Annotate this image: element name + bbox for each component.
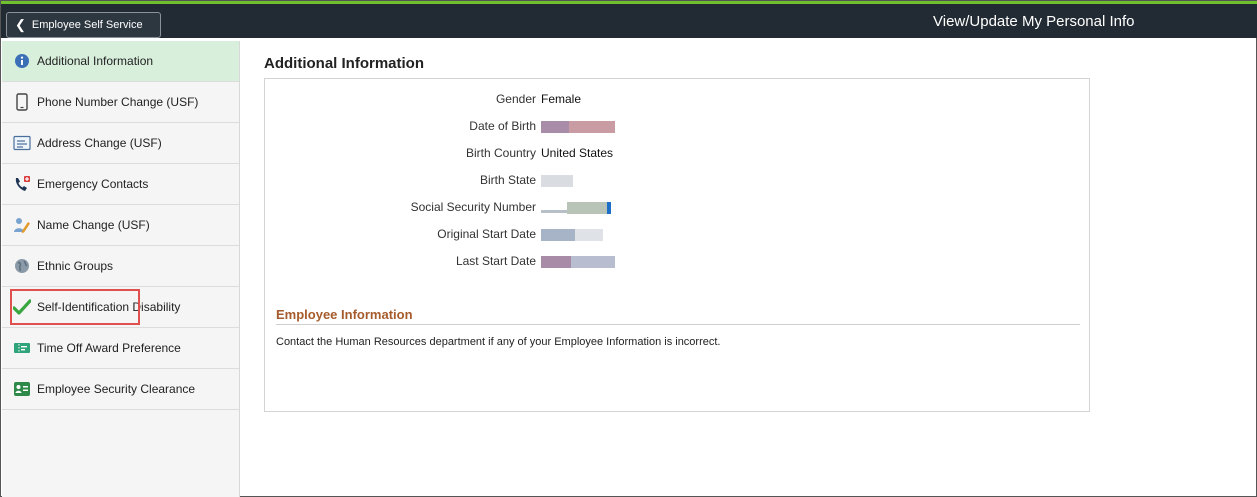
ticket-icon: [13, 339, 31, 357]
redacted-value: [607, 202, 611, 214]
redacted-value: [569, 121, 615, 133]
redacted-value: [567, 202, 607, 214]
sidebar-item-label: Ethnic Groups: [37, 259, 114, 273]
sidebar-item-label: Additional Information: [37, 54, 154, 68]
back-button-label: Employee Self Service: [31, 19, 143, 31]
phone-icon: [13, 93, 31, 111]
field-value: Female: [541, 92, 582, 106]
app-window: ❮ Employee Self Service View/Update My P…: [0, 0, 1257, 497]
divider: [276, 324, 1080, 325]
sidebar-item-emergency-contacts[interactable]: Emergency Contacts: [2, 164, 239, 205]
sidebar-item-label: Emergency Contacts: [37, 177, 149, 191]
sidebar-item-time-off-award-preference[interactable]: Time Off Award Preference: [2, 328, 239, 369]
top-bar: ❮ Employee Self Service View/Update My P…: [1, 4, 1257, 38]
page-title: View/Update My Personal Info: [933, 13, 1135, 30]
field-row-social-security-number: Social Security Number: [265, 200, 1091, 218]
chevron-left-icon: ❮: [15, 17, 26, 32]
globe-icon: [13, 257, 31, 275]
sidebar-item-additional-information[interactable]: Additional Information: [2, 41, 239, 82]
field-row-date-of-birth: Date of Birth: [265, 119, 1091, 137]
sidebar-item-name-change[interactable]: Name Change (USF): [2, 205, 239, 246]
redacted-value: [541, 210, 567, 213]
field-label: Date of Birth: [469, 119, 536, 133]
sidebar-item-label: Name Change (USF): [37, 218, 150, 232]
redacted-value: [541, 229, 575, 241]
sidebar-item-label: Phone Number Change (USF): [37, 95, 199, 109]
sidebar: Additional Information Phone Number Chan…: [2, 41, 240, 497]
id-badge-icon: [13, 380, 31, 398]
info-icon: [13, 52, 31, 70]
field-row-last-start-date: Last Start Date: [265, 254, 1091, 272]
field-label: Last Start Date: [455, 254, 536, 268]
employee-info-text: Contact the Human Resources department i…: [276, 336, 721, 348]
redacted-value: [541, 121, 569, 133]
main-content: Additional Information Gender Female Dat…: [241, 41, 1257, 497]
sidebar-item-employee-security-clearance[interactable]: Employee Security Clearance: [2, 369, 239, 410]
field-label: Birth Country: [465, 146, 536, 160]
sidebar-item-label: Time Off Award Preference: [37, 341, 181, 355]
field-label: Original Start Date: [437, 227, 536, 241]
employee-info-title: Employee Information: [276, 307, 413, 322]
sidebar-item-ethnic-groups[interactable]: Ethnic Groups: [2, 246, 239, 287]
emergency-phone-icon: [13, 175, 31, 193]
back-button[interactable]: ❮ Employee Self Service: [6, 12, 161, 38]
redacted-value: [541, 256, 571, 268]
highlight-annotation: [10, 289, 140, 325]
field-row-gender: Gender Female: [265, 92, 1091, 110]
field-value: United States: [541, 146, 614, 160]
sidebar-item-label: Employee Security Clearance: [37, 382, 196, 396]
field-row-original-start-date: Original Start Date: [265, 227, 1091, 245]
person-pencil-icon: [13, 216, 31, 234]
field-row-birth-state: Birth State: [265, 173, 1091, 191]
field-label: Social Security Number: [410, 200, 536, 214]
sidebar-item-address-change[interactable]: Address Change (USF): [2, 123, 239, 164]
field-label: Gender: [495, 92, 536, 106]
redacted-value: [575, 229, 603, 241]
sidebar-item-phone-number-change[interactable]: Phone Number Change (USF): [2, 82, 239, 123]
section-title: Additional Information: [264, 55, 424, 72]
field-label: Birth State: [479, 173, 536, 187]
address-card-icon: [13, 134, 31, 152]
field-row-birth-country: Birth Country United States: [265, 146, 1091, 164]
sidebar-item-label: Address Change (USF): [37, 136, 162, 150]
redacted-value: [571, 256, 615, 268]
info-card: Gender Female Date of Birth Birth Countr…: [264, 78, 1090, 412]
redacted-value: [541, 175, 573, 187]
